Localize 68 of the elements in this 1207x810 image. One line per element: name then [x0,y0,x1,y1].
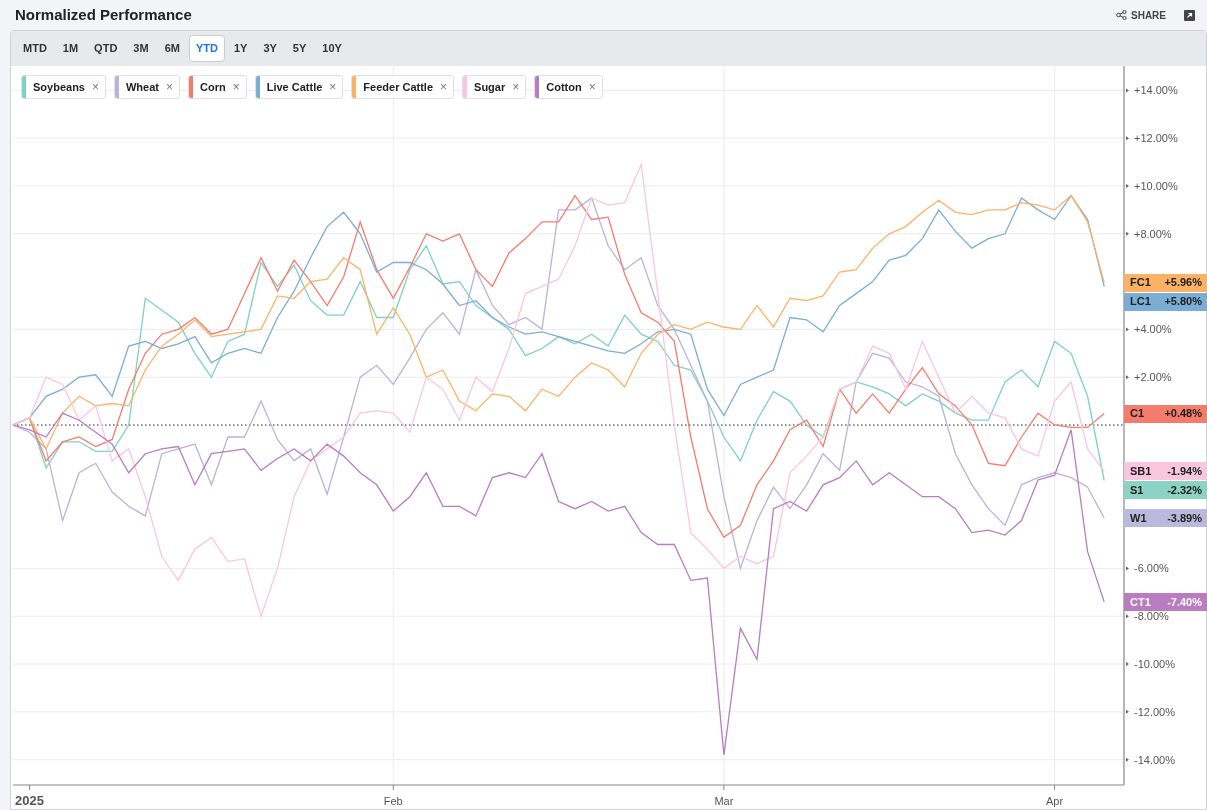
ticker-label: C1 [1130,406,1145,422]
ticker-label: SB1 [1130,464,1152,480]
tick-mark [1126,375,1129,380]
tick-mark [1126,566,1129,571]
change-value: +0.48% [1164,406,1202,422]
legend-label: Corn [200,79,226,95]
change-value: +5.96% [1164,275,1202,291]
y-tick-label: +4.00% [1134,323,1172,336]
change-value: +5.80% [1164,294,1202,310]
legend-label: Cotton [546,79,582,95]
remove-button[interactable]: × [440,81,448,93]
range-tab[interactable]: QTD [87,35,125,62]
y-tick-label: +8.00% [1134,227,1172,240]
x-tick-label: Apr [1046,795,1064,807]
remove-button[interactable]: × [232,81,240,93]
ticker-label: S1 [1130,483,1144,499]
range-tab[interactable]: MTD [16,35,54,62]
share-button[interactable]: SHARE [1116,7,1166,23]
y-tick-label: +10.00% [1134,180,1178,192]
tick-mark [1126,88,1129,93]
remove-button[interactable]: × [512,81,520,93]
range-tab[interactable]: 10Y [315,35,349,62]
y-tick-label: -12.00% [1134,705,1175,718]
range-tab[interactable]: 1Y [226,35,255,62]
x-tick-label: Feb [383,795,403,807]
legend-label: Wheat [126,79,159,95]
ticker-label: FC1 [1130,275,1151,291]
remove-button[interactable]: × [329,81,337,93]
tick-mark [1126,327,1129,332]
y-tick-label: +14.00% [1134,84,1178,97]
range-tab[interactable]: 6M [157,35,187,62]
y-tick-label: -8.00% [1134,610,1169,623]
y-tick-label: -10.00% [1134,658,1175,671]
legend-label: Soybeans [33,79,85,95]
legend-label: Feeder Cattle [363,79,434,95]
tick-mark [1126,614,1129,619]
range-tab[interactable]: 5Y [285,35,314,62]
legend-label: Sugar [474,79,506,95]
remove-button[interactable]: × [588,81,596,93]
y-tick-label: -14.00% [1134,753,1175,766]
change-value: -3.89% [1167,510,1202,526]
change-value: -2.32% [1167,483,1202,499]
tick-mark [1126,709,1129,714]
x-tick-label: 2025 [15,793,44,808]
range-tab[interactable]: 3M [126,35,156,62]
tick-mark [1126,757,1129,762]
panel-title: Normalized Performance [15,4,192,25]
tick-mark [1126,136,1129,141]
share-icon [1116,10,1127,20]
legend-label: Live Cattle [266,79,323,95]
range-tab[interactable]: 1M [55,35,86,62]
x-tick-label: Mar [714,795,734,807]
tick-mark [1126,231,1129,236]
ticker-label: LC1 [1130,294,1151,310]
tick-mark [1126,662,1129,667]
remove-button[interactable]: × [166,81,173,93]
ticker-label: CT1 [1130,594,1151,610]
tick-mark [1126,184,1129,188]
change-value: -7.40% [1167,594,1202,610]
y-tick-label: -6.00% [1134,562,1169,575]
change-value: -1.94% [1167,464,1202,480]
y-tick-label: +2.00% [1134,371,1172,384]
y-tick-label: +12.00% [1134,132,1178,145]
range-tab[interactable]: 3Y [256,35,284,62]
remove-button[interactable]: × [91,81,99,93]
expand-icon[interactable] [1184,9,1195,21]
range-tab[interactable]: YTD [188,35,225,62]
ticker-label: W1 [1130,510,1147,526]
